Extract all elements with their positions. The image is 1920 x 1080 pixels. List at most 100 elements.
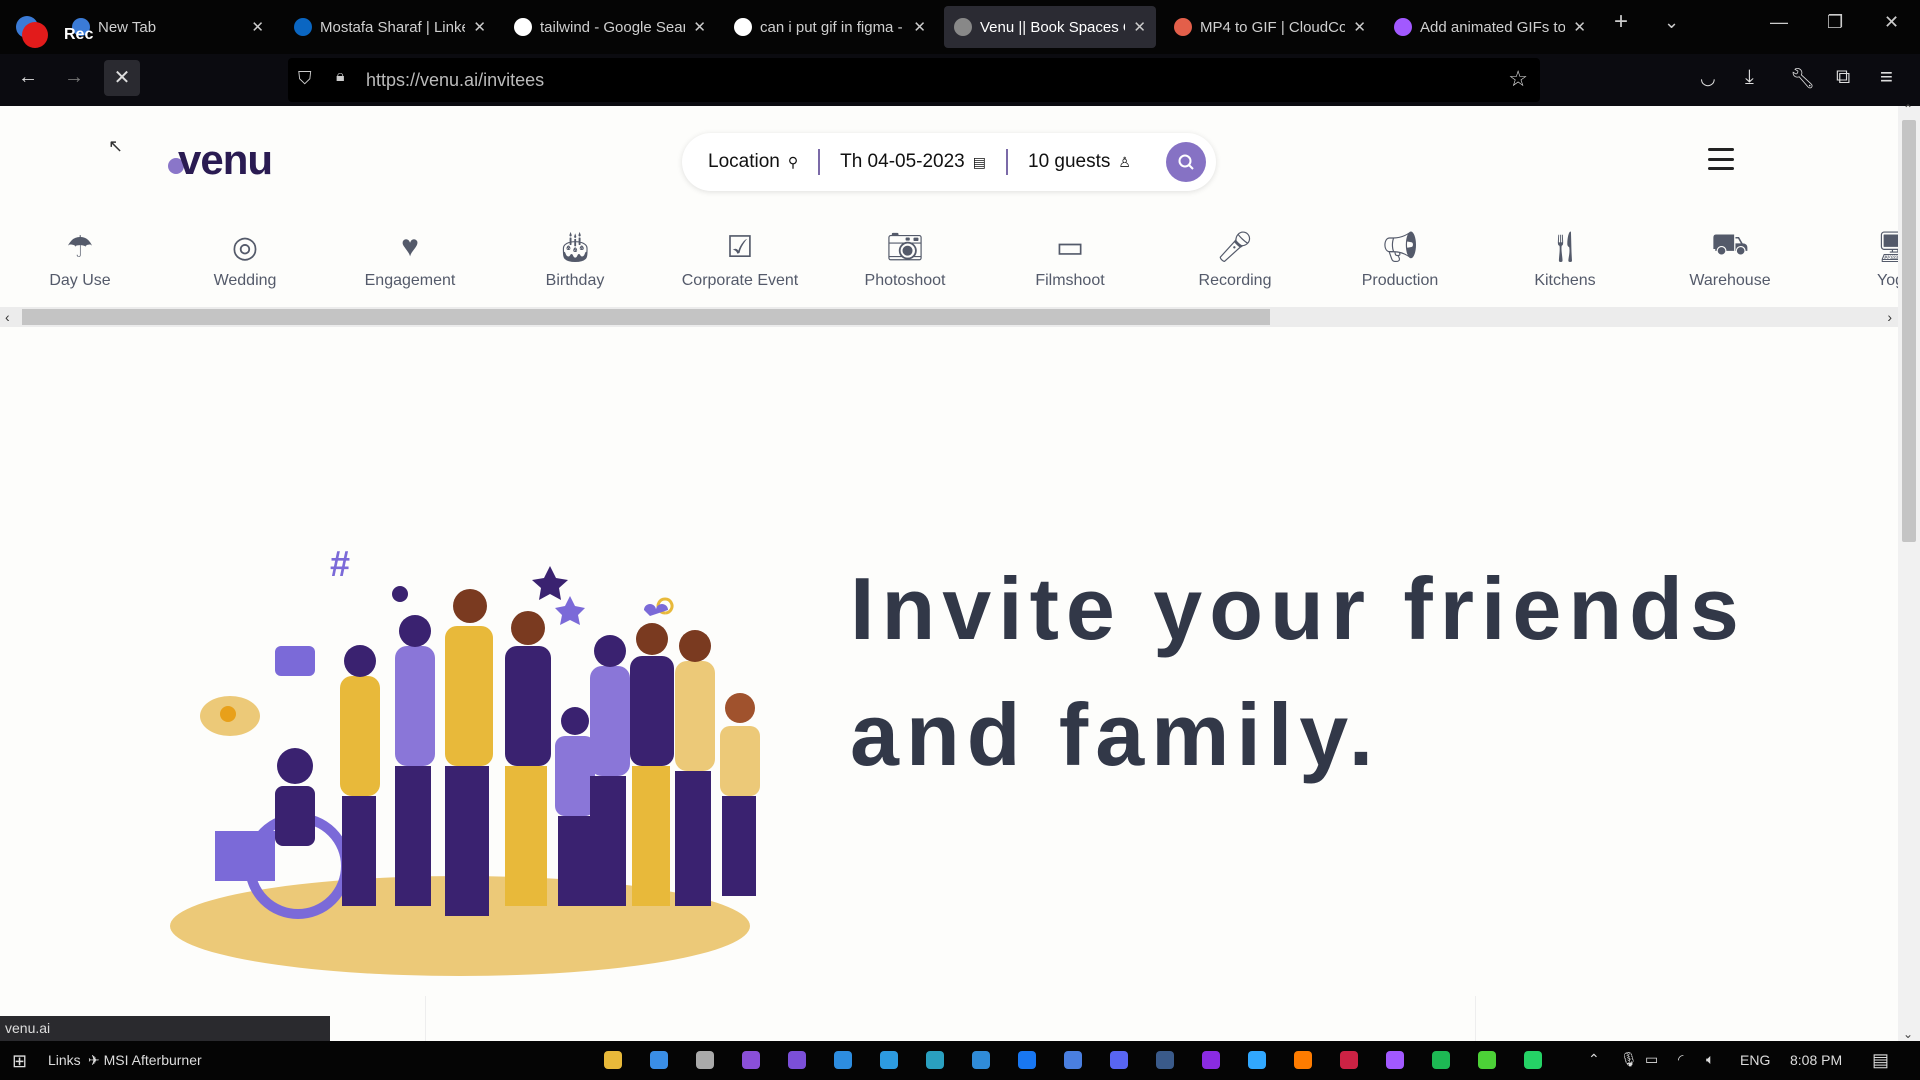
scroll-right-button[interactable]: › [1887, 307, 1892, 327]
tab-cloudconvert[interactable]: MP4 to GIF | CloudConvert✕ [1164, 6, 1376, 48]
taskbar-app-icon[interactable] [788, 1051, 806, 1069]
back-button[interactable]: ← [18, 66, 38, 89]
microphone-icon: 🎤︎ [1215, 230, 1255, 264]
taskbar-app-icon[interactable] [972, 1051, 990, 1069]
lock-icon[interactable]: 🔒︎ [336, 68, 345, 86]
url-text[interactable]: https://venu.ai/invitees [366, 70, 544, 91]
tab-venu[interactable]: Venu || Book Spaces Online✕ [944, 6, 1156, 48]
taskbar-app-icon[interactable] [604, 1051, 622, 1069]
category-production[interactable]: 📢︎ Production [1325, 230, 1475, 290]
language-indicator[interactable]: ENG [1740, 1052, 1770, 1068]
taskbar-app-icon[interactable] [1018, 1051, 1036, 1069]
category-warehouse[interactable]: ⛟ Warehouse [1655, 228, 1805, 290]
taskbar-app-icon[interactable] [1156, 1051, 1174, 1069]
msi-afterburner-toolbar[interactable]: ✈︎ MSI Afterburner [88, 1052, 202, 1069]
close-tab-icon[interactable]: ✕ [913, 18, 926, 36]
stop-button[interactable]: ✕ [104, 60, 140, 96]
close-tab-icon[interactable]: ✕ [251, 18, 264, 36]
video-camera-icon: ▭ [1055, 230, 1085, 264]
page-scrollbar[interactable]: ⌃ ⌄ [1898, 102, 1920, 1041]
tab-linkedin[interactable]: Mostafa Sharaf | LinkedIn✕ [284, 6, 496, 48]
scroll-down-button[interactable]: ⌄ [1903, 1027, 1913, 1041]
wrench-icon[interactable]: 🔧︎ [1790, 66, 1815, 91]
category-corporate-event[interactable]: ☑ Corporate Event [665, 230, 815, 290]
taskbar-app-icon[interactable] [1432, 1051, 1450, 1069]
close-tab-icon[interactable]: ✕ [1133, 18, 1146, 36]
date-field[interactable]: Th 04-05-2023 ▤ [820, 151, 1006, 173]
taskbar-app-icon[interactable] [742, 1051, 760, 1069]
category-wedding[interactable]: ◎ Wedding [170, 230, 320, 290]
download-icon[interactable]: ⤓ [1745, 66, 1754, 89]
taskbar-app-icon[interactable] [926, 1051, 944, 1069]
search-button[interactable] [1166, 142, 1206, 182]
tab-list-button[interactable]: ⌄ [1664, 12, 1679, 33]
taskbar-app-icon[interactable] [1202, 1051, 1220, 1069]
close-tab-icon[interactable]: ✕ [473, 18, 486, 36]
close-tab-icon[interactable]: ✕ [1353, 18, 1366, 36]
tab-google[interactable]: can i put gif in figma - Google Search✕ [724, 6, 936, 48]
monitor-icon: 🖥︎ [1875, 230, 1898, 264]
tab-google[interactable]: tailwind - Google Search✕ [504, 6, 716, 48]
taskbar-app-icon[interactable] [1294, 1051, 1312, 1069]
user-icon: ♙ [1118, 153, 1131, 170]
taskbar-app-icon[interactable] [1386, 1051, 1404, 1069]
bookmark-star-icon[interactable]: ☆ [1508, 66, 1528, 92]
category-yoga[interactable]: 🖥︎Yoga [1820, 230, 1898, 290]
taskbar-app-icon[interactable] [1340, 1051, 1358, 1069]
extensions-icon[interactable]: ⧉ [1836, 66, 1850, 89]
wifi-tray-icon[interactable]: ◜ [1678, 1051, 1683, 1068]
category-day-use[interactable]: ☂ Day Use [5, 230, 155, 290]
taskbar-app-icon[interactable] [834, 1051, 852, 1069]
links-toolbar[interactable]: Links [48, 1052, 81, 1068]
restore-button[interactable]: ❐ [1827, 12, 1843, 33]
search-bar: Location ⚲ Th 04-05-2023 ▤ 10 guests ♙ [682, 133, 1216, 191]
scrollbar-thumb[interactable] [1902, 120, 1916, 542]
category-filmshoot[interactable]: ▭ Filmshoot [995, 230, 1145, 290]
tab-firefox[interactable]: New Tab ✕ [62, 6, 274, 48]
category-birthday[interactable]: 🎂︎ Birthday [500, 230, 650, 290]
taskbar-app-icon[interactable] [650, 1051, 668, 1069]
location-field[interactable]: Location ⚲ [682, 151, 818, 173]
taskbar-app-icon[interactable] [1524, 1051, 1542, 1069]
tab-bar: New Tab✕Mostafa Sharaf | LinkedIn✕tailwi… [0, 0, 1920, 54]
taskbar-app-icon[interactable] [1110, 1051, 1128, 1069]
volume-tray-icon[interactable]: 🔈︎ [1706, 1051, 1714, 1068]
guests-field[interactable]: 10 guests ♙ [1008, 151, 1151, 173]
taskbar-app-icon[interactable] [1478, 1051, 1496, 1069]
close-window-button[interactable]: ✕ [1884, 12, 1899, 33]
minimize-button[interactable]: — [1770, 12, 1788, 33]
pocket-icon[interactable]: ◡ [1700, 68, 1716, 89]
page-content: ↖ venu Location ⚲ Th 04-05-2023 ▤ 10 guest… [0, 106, 1898, 1041]
menu-button[interactable] [1708, 148, 1734, 170]
taskbar-app-icon[interactable] [696, 1051, 714, 1069]
tray-chevron-icon[interactable]: ⌃ [1588, 1051, 1600, 1068]
category-engagement[interactable]: ♥ Engagement [335, 230, 485, 290]
taskbar-app-icon[interactable] [880, 1051, 898, 1069]
linkedin-icon [294, 18, 312, 36]
category-scrollbar[interactable]: ‹ › [0, 307, 1898, 327]
new-tab-button[interactable]: + [1614, 8, 1628, 36]
venu-logo[interactable]: venu [168, 136, 273, 184]
mouse-cursor-icon: ↖ [108, 136, 124, 156]
umbrella-icon: ☂ [66, 230, 94, 264]
taskbar-app-icon[interactable] [1248, 1051, 1266, 1069]
taskbar-app-icon[interactable] [1064, 1051, 1082, 1069]
microphone-tray-icon[interactable]: 🎙︎ [1620, 1051, 1638, 1068]
forward-button[interactable]: → [64, 66, 84, 89]
category-recording[interactable]: 🎤︎ Recording [1160, 230, 1310, 290]
scroll-up-button[interactable]: ⌃ [1903, 102, 1913, 116]
scrollbar-thumb[interactable] [22, 309, 1270, 325]
shield-icon[interactable]: ⛉ [298, 68, 312, 89]
windows-start-icon[interactable]: ⊞ [12, 1051, 27, 1072]
category-kitchens[interactable]: 🍴︎ Kitchens [1490, 230, 1640, 290]
category-photoshoot[interactable]: 📷︎ Photoshoot [830, 230, 980, 290]
notifications-icon[interactable]: ▤ [1872, 1050, 1889, 1071]
battery-tray-icon[interactable]: ▭ [1645, 1051, 1658, 1068]
tab-figma[interactable]: Add animated GIFs to Figma✕ [1384, 6, 1596, 48]
clock[interactable]: 8:08 PM [1790, 1052, 1842, 1068]
app-menu-icon[interactable]: ≡ [1880, 64, 1893, 90]
scroll-left-button[interactable]: ‹ [5, 307, 10, 327]
close-tab-icon[interactable]: ✕ [1573, 18, 1586, 36]
close-tab-icon[interactable]: ✕ [693, 18, 706, 36]
fork-spoon-icon: 🍴︎ [1545, 230, 1585, 264]
